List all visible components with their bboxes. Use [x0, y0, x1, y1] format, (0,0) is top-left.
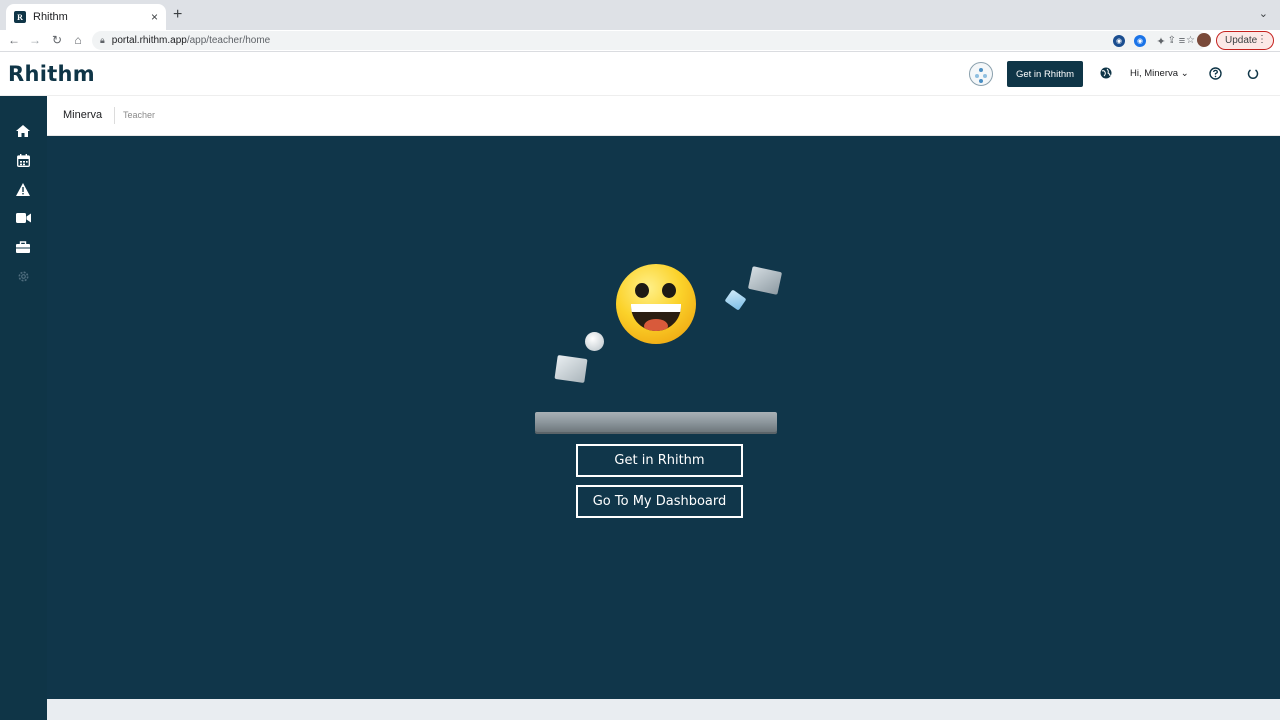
update-button[interactable]: Update ⋮ — [1216, 31, 1274, 50]
home-browser-icon[interactable]: ⌂ — [70, 33, 86, 47]
platform-bar — [535, 412, 777, 432]
divider — [114, 107, 115, 124]
reading-list-icon[interactable]: ≡ — [1176, 35, 1188, 47]
forward-icon[interactable]: → — [27, 33, 43, 47]
sidebar — [0, 96, 47, 720]
header-get-in-rhithm-button[interactable]: Get in Rhithm — [1007, 61, 1083, 87]
tab-search-icon[interactable]: ⌄ — [1259, 7, 1268, 20]
smiling-emoji-icon — [616, 264, 696, 344]
tab-close-icon[interactable]: × — [151, 10, 158, 24]
browser-tab-bar: R Rhithm × + ⌄ — [0, 0, 1280, 30]
context-bar: Minerva Teacher — [47, 96, 1280, 136]
share-icon[interactable]: ⇪ — [1168, 35, 1176, 46]
alert-icon[interactable] — [14, 180, 32, 198]
back-icon[interactable]: ← — [6, 33, 22, 47]
extensions-puzzle-icon[interactable]: ✦ — [1155, 35, 1167, 48]
calendar-icon[interactable] — [14, 151, 32, 169]
user-role-label: Teacher — [123, 110, 156, 120]
browser-address-bar: ← → ↻ ⌂ 🔒︎ portal.rhithm.app /app/teache… — [0, 30, 1280, 52]
extension-password-icon[interactable]: ◉ — [1113, 35, 1125, 47]
update-label: Update — [1225, 35, 1258, 46]
user-menu[interactable]: Hi, Minerva ⌄ — [1130, 68, 1189, 79]
video-icon[interactable] — [14, 209, 32, 227]
user-name-label: Minerva — [63, 109, 103, 121]
floating-cube — [554, 355, 588, 383]
profile-avatar[interactable] — [1197, 33, 1211, 47]
tab-title: Rhithm — [33, 11, 68, 23]
footer-strip — [47, 699, 1280, 720]
toolbox-icon[interactable] — [14, 238, 32, 256]
chevron-down-icon: ⌄ — [1180, 68, 1189, 79]
main-panel: Get in Rhithm Go To My Dashboard — [47, 136, 1280, 699]
home-icon[interactable] — [14, 122, 32, 140]
go-to-dashboard-button[interactable]: Go To My Dashboard — [576, 485, 743, 518]
logout-icon[interactable] — [1247, 67, 1259, 79]
lock-icon: 🔒︎ — [100, 35, 105, 45]
floating-sphere — [585, 332, 604, 351]
rhithm-favicon-icon: R — [14, 11, 26, 23]
new-tab-icon[interactable]: + — [173, 6, 182, 24]
settings-icon[interactable] — [14, 267, 32, 285]
pulse-orb-icon[interactable] — [969, 62, 993, 86]
reload-icon[interactable]: ↻ — [49, 33, 65, 47]
rhithm-logo[interactable]: Rhithm — [8, 62, 95, 86]
floating-cube — [747, 266, 783, 295]
browser-menu-icon[interactable]: ⋮ — [1257, 34, 1267, 45]
globe-icon[interactable] — [1100, 67, 1112, 79]
url-path: /app/teacher/home — [186, 35, 271, 46]
user-greeting: Hi, Minerva — [1130, 68, 1179, 79]
get-in-rhithm-button[interactable]: Get in Rhithm — [576, 444, 743, 477]
help-icon[interactable] — [1209, 67, 1222, 80]
extension-grammar-icon[interactable]: ◉ — [1134, 35, 1146, 47]
url-field[interactable]: 🔒︎ portal.rhithm.app /app/teacher/home ⇪… — [92, 31, 1207, 50]
floating-cube-blue — [724, 289, 747, 311]
browser-tab[interactable]: R Rhithm × — [6, 4, 166, 30]
app-header: Rhithm Get in Rhithm Hi, Minerva ⌄ — [0, 53, 1280, 96]
url-host: portal.rhithm.app — [111, 35, 187, 46]
